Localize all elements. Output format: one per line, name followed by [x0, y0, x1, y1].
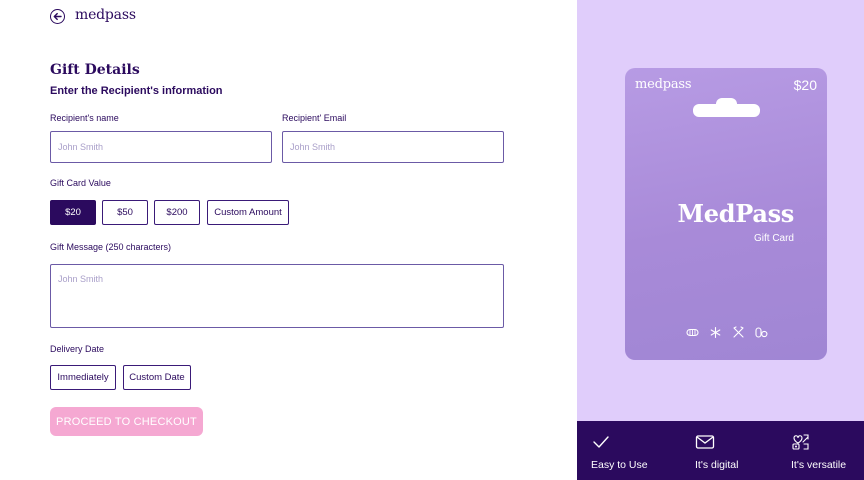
feature-easy-to-use: Easy to Use — [591, 421, 661, 480]
sparkle-icon — [709, 326, 722, 339]
features-bar: Easy to Use It's digital It's versatile — [577, 421, 864, 480]
value-option-custom[interactable]: Custom Amount — [207, 200, 289, 225]
pills-icon — [755, 326, 768, 339]
card-icon-row — [686, 326, 768, 339]
gift-message-input[interactable] — [50, 264, 504, 328]
feature-label: Easy to Use — [591, 459, 648, 471]
feature-versatile: It's versatile — [791, 421, 861, 480]
delivery-date-label: Delivery Date — [50, 344, 105, 354]
gift-card-value-label: Gift Card Value — [50, 178, 111, 188]
feature-label: It's digital — [695, 459, 739, 471]
versatile-icon — [791, 433, 811, 451]
feature-digital: It's digital — [695, 421, 765, 480]
gift-card: medpass $20 MedPass Gift Card — [625, 68, 827, 360]
page-title: Gift Details — [50, 62, 140, 78]
value-option-50[interactable]: $50 — [102, 200, 148, 225]
recipient-name-label: Recipient's name — [50, 113, 119, 123]
feature-label: It's versatile — [791, 459, 847, 471]
pill-icon — [686, 326, 699, 339]
recipient-email-label: Recipient' Email — [282, 113, 347, 123]
mail-icon — [695, 433, 715, 451]
gift-message-label: Gift Message (250 characters) — [50, 242, 172, 252]
cutlery-icon — [732, 326, 745, 339]
arrow-left-circle-icon — [53, 12, 62, 21]
delivery-option-custom-date[interactable]: Custom Date — [123, 365, 191, 390]
card-logo: medpass — [635, 77, 692, 92]
card-price: $20 — [793, 77, 817, 93]
recipient-email-input[interactable] — [282, 131, 504, 163]
gift-form-panel: medpass Gift Details Enter the Recipient… — [0, 0, 577, 480]
check-icon — [591, 433, 611, 451]
delivery-option-immediately[interactable]: Immediately — [50, 365, 116, 390]
value-option-20[interactable]: $20 — [50, 200, 96, 225]
page-subtitle: Enter the Recipient's information — [50, 85, 223, 97]
proceed-to-checkout-button[interactable]: PROCEED TO CHECKOUT — [50, 407, 203, 436]
recipient-name-input[interactable] — [50, 131, 272, 163]
card-hanger — [693, 98, 760, 120]
logo[interactable]: medpass — [75, 7, 136, 23]
gift-card-preview-panel: medpass $20 MedPass Gift Card Easy to Us… — [577, 0, 864, 480]
card-subtitle: Gift Card — [753, 233, 794, 244]
card-brand: MedPass — [677, 199, 795, 228]
back-button[interactable] — [50, 9, 65, 24]
value-option-200[interactable]: $200 — [154, 200, 200, 225]
